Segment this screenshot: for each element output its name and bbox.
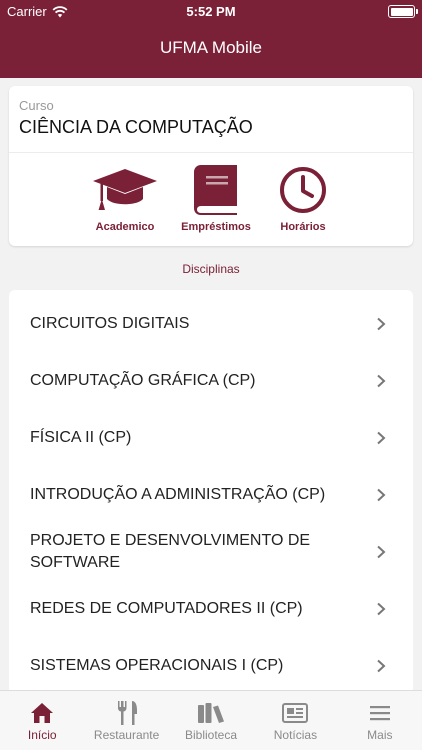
disciplina-name: CIRCUITOS DIGITAIS	[30, 314, 190, 332]
tab-label: Notícias	[273, 728, 318, 742]
tab-label: Biblioteca	[185, 728, 238, 742]
tab-bar: Início Restaurante Biblioteca Notícias M…	[0, 690, 422, 750]
fork-knife-icon	[117, 701, 137, 725]
status-bar: Carrier 5:52 PM	[0, 0, 422, 24]
course-card: Curso CIÊNCIA DA COMPUTAÇÃO Academico Em…	[9, 86, 413, 246]
list-item[interactable]: FÍSICA II (CP)	[9, 409, 413, 466]
library-icon	[198, 703, 225, 723]
tab-mais[interactable]: Mais	[338, 691, 422, 750]
tab-label: Início	[27, 728, 57, 742]
tab-label: Restaurante	[93, 728, 160, 742]
chevron-right-icon	[377, 659, 386, 673]
disciplina-name: COMPUTAÇÃO GRÁFICA (CP)	[30, 371, 256, 389]
list-item[interactable]: PROJETO E DESENVOLVIMENTO DE SOFTWARE	[9, 523, 413, 580]
list-item[interactable]: SISTEMAS OPERACIONAIS I (CP)	[9, 637, 413, 694]
graduation-cap-icon	[93, 169, 157, 210]
course-label: Curso	[19, 98, 54, 113]
tab-label: Mais	[367, 728, 393, 742]
list-item[interactable]: COMPUTAÇÃO GRÁFICA (CP)	[9, 352, 413, 409]
chevron-right-icon	[377, 602, 386, 616]
home-icon	[31, 703, 54, 723]
disciplinas-list: CIRCUITOS DIGITAIS COMPUTAÇÃO GRÁFICA (C…	[9, 290, 413, 700]
page-title: UFMA Mobile	[159, 38, 263, 57]
disciplina-name: SISTEMAS OPERACIONAIS I (CP)	[30, 656, 284, 674]
disciplina-name: REDES DE COMPUTADORES II (CP)	[30, 599, 303, 617]
book-icon	[194, 165, 237, 215]
chevron-right-icon	[377, 374, 386, 388]
horarios-button[interactable]: Horários	[258, 164, 348, 233]
list-item[interactable]: CIRCUITOS DIGITAIS	[9, 295, 413, 352]
tab-noticias[interactable]: Notícias	[253, 691, 337, 750]
horarios-label: Horários	[280, 221, 326, 233]
emprestimos-button[interactable]: Empréstimos	[171, 164, 261, 233]
battery-icon	[388, 5, 418, 18]
academico-label: Academico	[95, 221, 155, 233]
divider	[9, 152, 413, 153]
tab-biblioteca[interactable]: Biblioteca	[169, 691, 253, 750]
tab-restaurante[interactable]: Restaurante	[84, 691, 168, 750]
disciplina-name: INTRODUÇÃO A ADMINISTRAÇÃO (CP)	[30, 485, 326, 503]
chevron-right-icon	[377, 317, 386, 331]
navigation-bar: Carrier 5:52 PM UFMA Mobile	[0, 0, 422, 78]
academico-button[interactable]: Academico	[80, 164, 170, 233]
course-name: CIÊNCIA DA COMPUTAÇÃO	[19, 117, 253, 137]
tab-inicio[interactable]: Início	[0, 691, 84, 750]
list-item[interactable]: REDES DE COMPUTADORES II (CP)	[9, 580, 413, 637]
disciplinas-heading: Disciplinas	[182, 262, 240, 276]
clock-time: 5:52 PM	[186, 4, 236, 19]
chevron-right-icon	[377, 431, 386, 445]
emprestimos-label: Empréstimos	[181, 221, 251, 233]
chevron-right-icon	[377, 488, 386, 502]
disciplina-name: FÍSICA II (CP)	[30, 428, 132, 446]
disciplina-name: PROJETO E DESENVOLVIMENTO DE SOFTWARE	[30, 531, 311, 571]
menu-icon	[369, 706, 390, 721]
newspaper-icon	[282, 703, 309, 723]
chevron-right-icon	[377, 545, 386, 559]
list-item[interactable]: INTRODUÇÃO A ADMINISTRAÇÃO (CP)	[9, 466, 413, 523]
clock-icon	[280, 167, 326, 213]
